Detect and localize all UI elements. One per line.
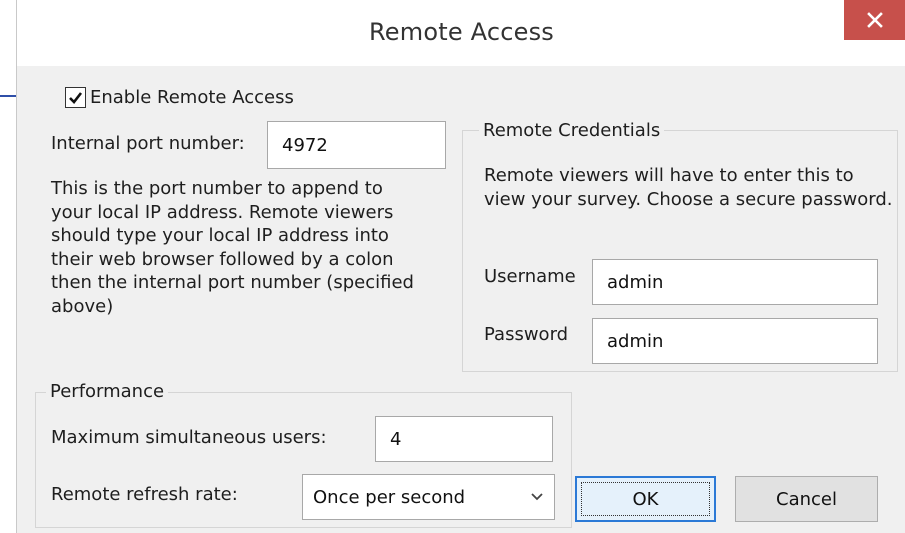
port-description-text: This is the port number to append to you… (51, 178, 414, 317)
port-number-input[interactable] (267, 121, 446, 169)
performance-legend: Performance (46, 381, 169, 402)
cancel-button-label: Cancel (776, 488, 837, 510)
title-bar[interactable]: Remote Access (17, 0, 905, 66)
window-title: Remote Access (369, 18, 554, 46)
username-label: Username (484, 266, 576, 287)
port-number-label: Internal port number: (51, 133, 245, 154)
username-input[interactable] (592, 259, 878, 305)
remote-credentials-legend: Remote Credentials (479, 120, 665, 141)
screen: Remote Access Enable Remote Access Inter… (0, 0, 905, 533)
close-icon (867, 12, 883, 28)
close-button[interactable] (844, 0, 905, 40)
max-users-label: Maximum simultaneous users: (51, 427, 327, 448)
remote-access-dialog: Remote Access Enable Remote Access Inter… (16, 0, 905, 533)
refresh-rate-label: Remote refresh rate: (51, 484, 238, 505)
credentials-description-text: Remote viewers will have to enter this t… (484, 165, 893, 210)
enable-remote-access-label[interactable]: Enable Remote Access (90, 87, 294, 108)
refresh-rate-select[interactable]: Once per second (302, 474, 555, 520)
background-window-edge (0, 95, 16, 97)
checkmark-icon (69, 92, 83, 104)
enable-remote-access-checkbox[interactable] (65, 87, 86, 108)
ok-button[interactable]: OK (575, 476, 716, 522)
focus-ring (581, 482, 710, 516)
password-label: Password (484, 324, 569, 345)
chevron-down-icon (531, 493, 543, 501)
cancel-button[interactable]: Cancel (735, 476, 878, 522)
refresh-rate-value: Once per second (313, 486, 466, 508)
max-users-input[interactable] (375, 416, 553, 462)
password-input[interactable] (592, 318, 878, 364)
